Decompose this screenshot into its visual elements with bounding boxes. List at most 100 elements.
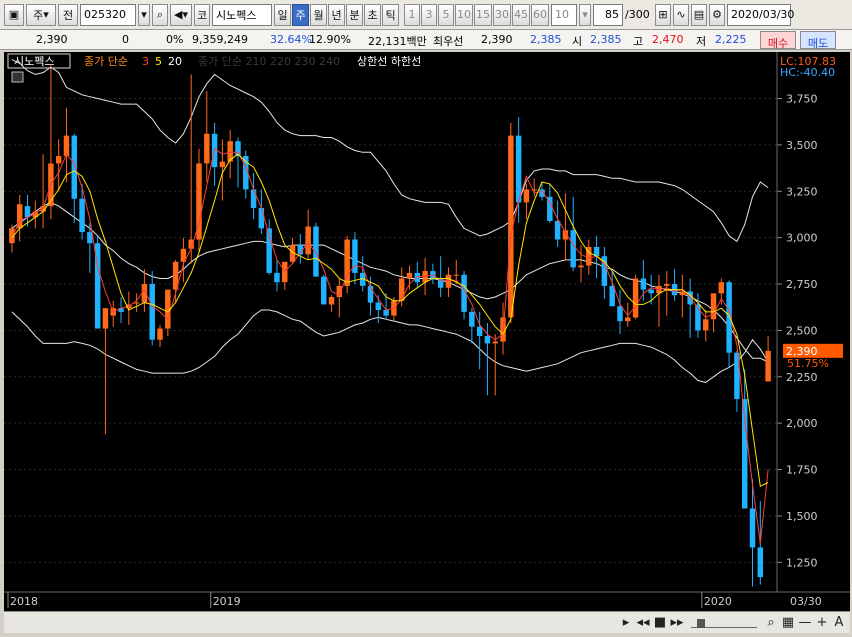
bid-value: 2,385 [530,33,562,46]
legend-ma5: 5 [155,55,162,68]
candle-body [375,302,382,311]
sell-button[interactable]: 매도 [800,31,836,50]
gear-icon[interactable]: ⚙ [709,3,725,26]
change-percent: 0% [166,33,184,46]
prior-value: 2,390 [481,33,513,46]
candle-body [664,284,670,286]
candle-body [258,207,265,229]
candle-body [469,311,475,327]
turnover-percent: 32.64% [270,33,312,46]
count-total: /300 [625,8,650,21]
candle-body [710,293,717,320]
candle-body [632,278,639,318]
candle-body [515,135,522,203]
chart-icon[interactable]: ▦ [781,615,795,630]
period-minute-button[interactable]: 분 [346,3,363,26]
candle-body [133,302,140,304]
name-prefix-button[interactable]: 코 [194,3,210,26]
market-select[interactable]: 주 ▾ [26,3,56,26]
x-tick-label: 2018 [10,595,38,608]
candle-body [554,220,561,240]
x-tick-label: 2020 [704,595,732,608]
bottom-bar: ▸ ◂◂ ■ ▸▸ ⌕ ▦ — + A [4,611,850,633]
candle-body [414,272,421,283]
plus-icon[interactable]: + [815,615,829,630]
chart-area[interactable]: 3,750 3,500 3,250 3,000 2,750 2,500 2,250 2,000… [4,52,850,611]
period-year-button[interactable]: 년 [328,3,345,26]
interval-5-button[interactable]: 5 [438,3,454,26]
candle-body [305,226,311,255]
prev-icon[interactable]: ◂◂ [636,615,650,630]
save-icon[interactable]: ▤ [691,3,707,26]
period-month-button[interactable]: 월 [310,3,327,26]
y-tick-label: 3,250 [786,185,818,198]
interval-30-button[interactable]: 30 [493,3,511,26]
y-tick-label: 1,500 [786,510,818,523]
type-button[interactable]: 전 [58,3,78,26]
period-day-button[interactable]: 일 [274,3,291,26]
zoom-slider[interactable] [691,618,757,628]
candlestick-chart[interactable]: 3,750 3,500 3,250 3,000 2,750 2,500 2,250 2,000… [4,52,850,611]
interval-60-button[interactable]: 60 [531,3,549,26]
candle-body [55,156,62,164]
next-icon[interactable]: ▸▸ [670,615,684,630]
candle-body [79,198,85,233]
date-input[interactable]: 2020/03/30 [727,3,794,26]
candle-body [274,272,280,283]
arrow-left-icon[interactable]: ▸ [619,615,633,630]
table-toggle-icon[interactable] [11,71,24,83]
candle-body [102,308,109,329]
interval-10-button[interactable]: 10 [455,3,473,26]
zoom-icon[interactable]: ⌕ [764,615,778,630]
speaker-icon[interactable]: ◀▾ [170,3,192,26]
legend-ma20: 20 [168,55,182,68]
candle-body [71,135,77,199]
candle-body [63,135,70,157]
y-tick-label: 3,500 [786,139,818,152]
zoom-slider-thumb[interactable] [697,618,705,628]
grid-icon[interactable]: ⊞ [655,3,671,26]
chart-type-icon[interactable]: ∿ [673,3,689,26]
period-buttons: 일 주 월 년 분 초 틱 [274,3,399,26]
interval-1-button[interactable]: 1 [404,3,420,26]
y-tick-label: 3,750 [786,93,818,106]
search-icon[interactable]: ⌕ [152,3,168,26]
candle-body [523,189,530,203]
candle-body [640,278,647,290]
low-label: 저 [696,35,707,48]
candle-body [219,161,226,168]
other-percent: 12.90% [309,33,351,46]
candle-body [328,297,335,305]
interval-input[interactable]: 10 [551,3,577,26]
candle-body [625,317,631,322]
period-second-button[interactable]: 초 [364,3,381,26]
minus-icon[interactable]: — [798,615,812,630]
interval-dropdown-icon[interactable]: ▾ [579,3,591,26]
interval-45-button[interactable]: 45 [512,3,530,26]
stop-icon[interactable]: ■ [653,615,667,630]
legend-hc: HC:-40.40 [780,66,835,79]
interval-3-button[interactable]: 3 [421,3,437,26]
buy-button[interactable]: 매수 [760,31,796,50]
font-icon[interactable]: A [832,615,846,630]
candle-body [321,276,327,305]
candle-body [204,133,210,164]
candle-body [578,265,584,268]
count-input[interactable]: 85 [593,3,623,26]
candle-body [24,206,31,218]
candle-body [149,284,155,340]
interval-15-button[interactable]: 15 [474,3,492,26]
volume: 9,359,249 [192,33,248,46]
prior-label: 최우선 [433,35,464,48]
period-tick-button[interactable]: 틱 [382,3,399,26]
high-value: 2,470 [652,33,684,46]
stock-name-field[interactable]: 시노펙스 [212,3,272,26]
code-dropdown-icon[interactable]: ▾ [138,3,150,26]
window-icon[interactable]: ▣ [4,3,24,26]
current-price: 2,390 [36,33,68,46]
y-tick-label: 2,000 [786,417,818,430]
interval-buttons: 1 3 5 10 15 30 45 60 [404,3,549,26]
period-week-button[interactable]: 주 [292,3,309,26]
code-input[interactable]: 025320 [80,3,136,26]
y-tick-label: 1,250 [786,556,818,569]
